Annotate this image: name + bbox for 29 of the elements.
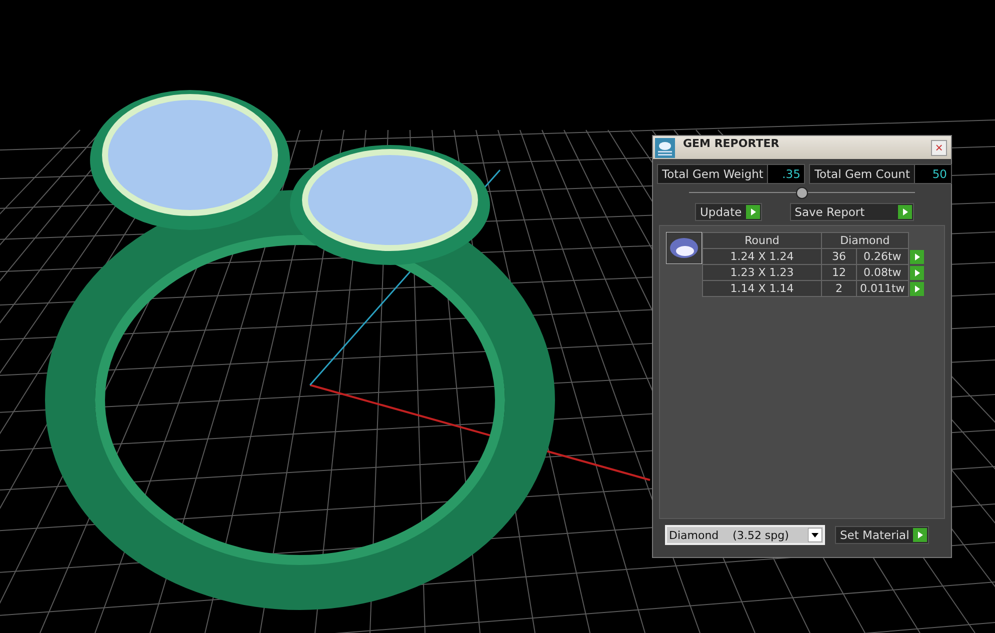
total-value: .35 [768,165,804,183]
gem-app-icon [655,138,675,158]
table-cell: 2 [822,280,856,296]
action-button[interactable]: Save Report [790,203,914,221]
total-value: 50 [914,165,951,183]
table-cell: 1.14 X 1.14 [702,280,822,296]
panel-title: GEM REPORTER [683,136,780,150]
table-cell: 12 [822,264,856,280]
column-header: Round [702,232,822,248]
close-button[interactable]: × [931,140,947,156]
play-icon [913,528,928,542]
play-icon[interactable] [910,266,924,280]
material-dropdown[interactable]: Diamond (3.52 spg) [665,525,825,545]
play-icon[interactable] [910,282,924,296]
table-cell: 1.23 X 1.23 [702,264,822,280]
set-material-button[interactable]: Set Material [835,526,930,544]
slider-handle[interactable] [796,187,808,199]
table-cell: 36 [822,248,856,264]
table-cell: 1.24 X 1.24 [702,248,822,264]
action-button[interactable]: Update [695,203,762,221]
dropdown-arrow-icon [808,528,822,542]
column-header: Diamond [822,232,908,248]
play-icon[interactable] [910,250,924,264]
table-cell: 0.011tw [856,280,908,296]
play-icon [746,205,760,219]
table-cell: 0.08tw [856,264,908,280]
play-icon [898,205,912,219]
round-gem-icon [666,232,702,264]
table-cell: 0.26tw [856,248,908,264]
